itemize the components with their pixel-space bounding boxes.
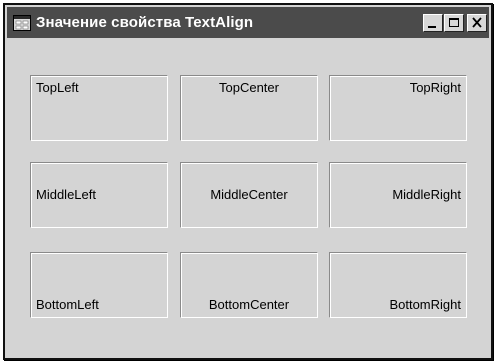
label-bottom-left: BottomLeft: [30, 252, 168, 318]
label-top-center: TopCenter: [180, 75, 318, 141]
label-middle-left-text: MiddleLeft: [36, 187, 96, 202]
label-top-right: TopRight: [329, 75, 467, 141]
label-bottom-left-text: BottomLeft: [36, 297, 99, 312]
label-middle-right: MiddleRight: [329, 162, 467, 228]
label-bottom-center-text: BottomCenter: [208, 297, 290, 312]
main-window: Значение свойства TextAlign TopLeft TopC…: [3, 3, 493, 360]
label-top-left-text: TopLeft: [36, 80, 79, 95]
minimize-button[interactable]: [423, 14, 443, 32]
label-middle-center-text: MiddleCenter: [210, 187, 288, 202]
close-icon: [472, 17, 482, 28]
title-bar[interactable]: Значение свойства TextAlign: [7, 7, 489, 38]
label-bottom-right: BottomRight: [329, 252, 467, 318]
label-middle-center: MiddleCenter: [180, 162, 318, 228]
label-bottom-center: BottomCenter: [180, 252, 318, 318]
minimize-icon: [428, 26, 436, 28]
label-top-right-text: TopRight: [409, 80, 461, 95]
app-window-icon[interactable]: [13, 14, 31, 31]
window-title: Значение свойства TextAlign: [36, 14, 254, 31]
label-top-center-text: TopCenter: [219, 80, 279, 95]
close-button[interactable]: [467, 14, 487, 32]
client-area: TopLeft TopCenter TopRight MiddleLeft Mi…: [7, 40, 489, 356]
label-middle-left: MiddleLeft: [30, 162, 168, 228]
maximize-icon: [449, 18, 459, 27]
label-middle-right-text: MiddleRight: [392, 187, 461, 202]
title-bar-buttons: [422, 14, 487, 32]
maximize-button[interactable]: [444, 14, 464, 32]
label-bottom-right-text: BottomRight: [389, 297, 461, 312]
label-top-left: TopLeft: [30, 75, 168, 141]
